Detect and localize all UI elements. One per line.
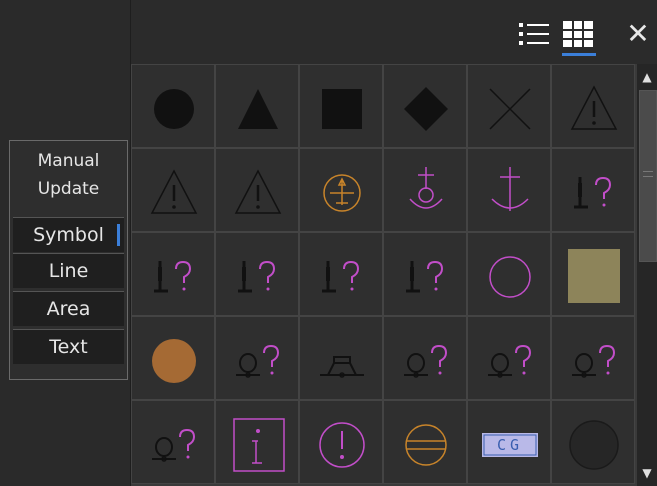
symbol-cell[interactable] [383, 232, 467, 316]
open-circle-icon [489, 256, 531, 298]
symbol-cell[interactable] [215, 316, 299, 400]
symbol-cell[interactable] [299, 64, 383, 148]
close-button[interactable]: ✕ [619, 14, 657, 54]
unknown-mark-icon [238, 260, 276, 293]
symbol-cell[interactable] [467, 232, 551, 316]
symbol-cell[interactable] [299, 400, 383, 484]
symbol-cell[interactable] [383, 148, 467, 232]
warning-triangle-icon [234, 169, 282, 214]
menu-item-line[interactable]: Line [13, 253, 124, 288]
menu-item-area[interactable]: Area [13, 291, 124, 326]
symbol-cell[interactable] [551, 64, 635, 148]
unknown-mark-icon [154, 260, 192, 293]
symbol-cell[interactable] [551, 316, 635, 400]
exclamation-circle-icon [319, 422, 365, 468]
symbol-cell[interactable] [551, 232, 635, 316]
manual-update-heading: Manual Update [13, 147, 124, 207]
symbol-cell[interactable] [383, 64, 467, 148]
symbol-cell[interactable] [131, 148, 215, 232]
filled-triangle-icon [238, 89, 278, 129]
symbol-cell[interactable] [383, 316, 467, 400]
anchorage-icon [409, 167, 443, 209]
cross-icon [489, 88, 531, 130]
symbol-cell[interactable] [131, 64, 215, 148]
brown-circle-icon [152, 339, 196, 383]
scroll-up-button[interactable]: ▲ [637, 66, 657, 88]
symbol-cell[interactable] [383, 400, 467, 484]
symbol-cell[interactable] [467, 316, 551, 400]
platform-icon [320, 356, 364, 378]
menu-item-line-label: Line [48, 260, 89, 282]
menu-item-area-label: Area [46, 298, 91, 320]
symbol-cell[interactable]: CG [467, 400, 551, 484]
menu-item-text-label: Text [49, 336, 88, 358]
grid-view-selected-indicator [562, 53, 596, 56]
scroll-grip-icon [643, 171, 653, 177]
unknown-mark-icon [322, 260, 360, 293]
grid-view-button[interactable] [558, 16, 598, 56]
dark-circle-icon [569, 420, 619, 470]
symbol-grid: CG [131, 64, 637, 486]
symbol-cell[interactable] [215, 64, 299, 148]
filled-diamond-icon [404, 87, 448, 131]
airplane-circle-icon [323, 174, 361, 212]
striped-circle-icon [405, 424, 447, 466]
info-box-icon [233, 418, 285, 472]
manual-update-line1: Manual [37, 151, 100, 171]
warning-triangle-icon [570, 85, 618, 130]
unknown-mark-icon [574, 176, 612, 209]
symbol-cell[interactable] [551, 148, 635, 232]
grid-view-icon [563, 21, 593, 47]
symbol-cell[interactable] [467, 64, 551, 148]
filled-circle-icon [154, 89, 194, 129]
view-toggle [514, 16, 602, 56]
symbol-cell[interactable] [215, 232, 299, 316]
symbol-cell[interactable] [131, 316, 215, 400]
unknown-mark-icon [406, 260, 444, 293]
unknown-buoy-icon [152, 428, 196, 462]
symbol-cell[interactable] [299, 232, 383, 316]
khaki-square-icon [568, 249, 620, 303]
warning-triangle-icon [150, 169, 198, 214]
scroll-thumb[interactable] [639, 90, 657, 262]
symbol-cell[interactable] [131, 232, 215, 316]
filled-square-icon [322, 89, 362, 129]
symbol-category-menu: Manual Update Symbol Line Area Text [9, 140, 128, 380]
anchor-icon [491, 167, 529, 211]
symbol-cell[interactable] [299, 316, 383, 400]
menu-item-text[interactable]: Text [13, 329, 124, 364]
selected-indicator [117, 224, 120, 246]
symbol-cell[interactable] [215, 148, 299, 232]
menu-item-symbol[interactable]: Symbol [13, 217, 124, 252]
symbol-cell[interactable] [467, 148, 551, 232]
menu-item-symbol-label: Symbol [33, 224, 104, 246]
unknown-buoy-icon [404, 344, 448, 378]
symbol-cell[interactable] [551, 400, 635, 484]
symbol-cell[interactable] [299, 148, 383, 232]
list-view-button[interactable] [514, 16, 554, 52]
unknown-buoy-icon [488, 344, 532, 378]
scroll-down-button[interactable]: ▼ [637, 462, 657, 484]
unknown-buoy-icon [572, 344, 616, 378]
cg-label-text: CG [496, 436, 524, 454]
scrollbar[interactable]: ▲ ▼ [637, 64, 657, 486]
symbol-cell[interactable] [215, 400, 299, 484]
symbol-cell[interactable] [131, 400, 215, 484]
list-view-icon [519, 23, 549, 45]
unknown-buoy-icon [236, 344, 280, 378]
manual-update-line2: Update [37, 179, 100, 199]
